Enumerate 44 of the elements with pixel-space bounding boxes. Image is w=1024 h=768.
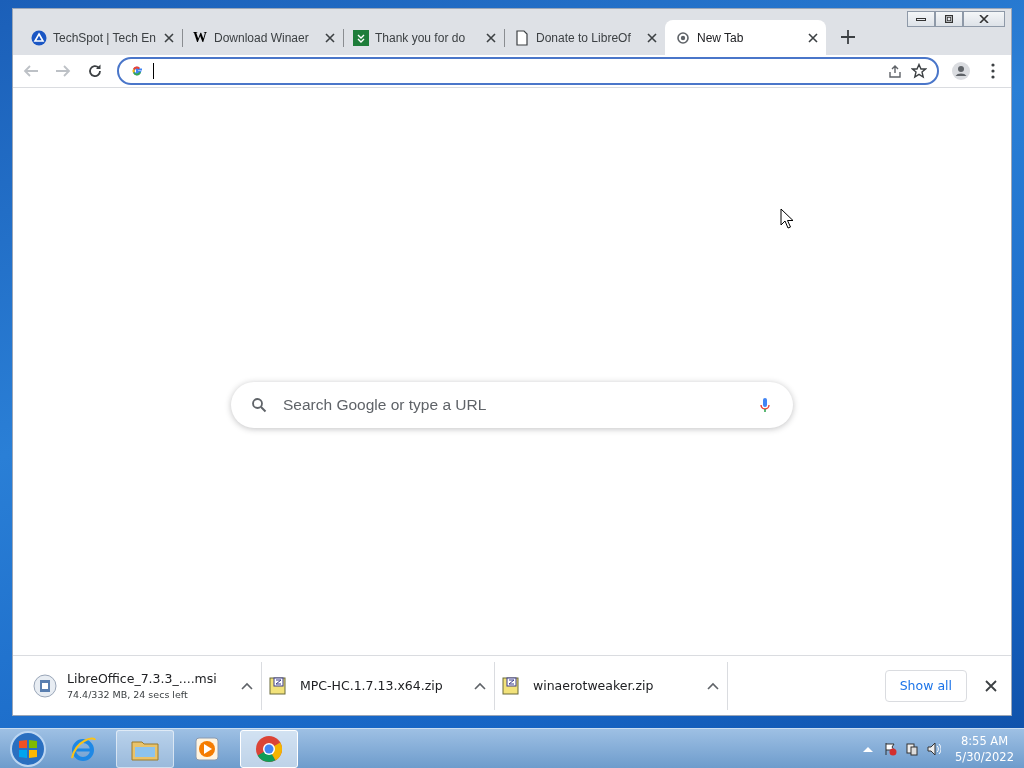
- download-status: 74.4/332 MB, 24 secs left: [67, 689, 189, 700]
- download-filename[interactable]: winaerotweaker.zip: [533, 678, 697, 693]
- browser-tab[interactable]: W Download Winaer: [182, 20, 343, 55]
- site-logo: W: [192, 29, 208, 46]
- caret-icon[interactable]: [707, 681, 719, 690]
- download-filename[interactable]: MPC-HC.1.7.13.x64.zip: [300, 678, 464, 693]
- text-cursor: [153, 63, 154, 79]
- restore-button[interactable]: [935, 11, 963, 27]
- close-icon[interactable]: [325, 32, 335, 43]
- close-button[interactable]: [963, 11, 1005, 27]
- triangle-logo-icon: [31, 29, 47, 46]
- mouse-pointer-icon: [780, 208, 794, 229]
- close-icon: [979, 15, 989, 23]
- minimize-button[interactable]: [907, 11, 935, 27]
- chevron-logo-icon: [353, 29, 369, 46]
- restore-icon: [944, 15, 954, 23]
- installer-file-icon: [33, 673, 57, 698]
- page-icon: [514, 29, 530, 46]
- close-icon[interactable]: [985, 679, 997, 692]
- flag-icon[interactable]: [883, 741, 898, 756]
- minimize-icon: [916, 17, 926, 21]
- caret-icon[interactable]: [241, 681, 253, 690]
- network-icon[interactable]: [905, 741, 920, 756]
- search-field[interactable]: Search Google or type a URL: [281, 395, 743, 415]
- browser-tab[interactable]: New Tab: [665, 20, 826, 55]
- browser-tab[interactable]: TechSpot | Tech En: [21, 20, 182, 55]
- close-icon[interactable]: [808, 32, 818, 43]
- star-icon[interactable]: [911, 63, 927, 79]
- share-icon[interactable]: [887, 63, 903, 79]
- browser-tab[interactable]: Thank you for do: [343, 20, 504, 55]
- search-icon: [251, 397, 267, 413]
- taskbar-button[interactable]: [240, 729, 298, 768]
- address-bar[interactable]: [117, 57, 939, 85]
- close-icon[interactable]: [164, 32, 174, 43]
- show-all-button[interactable]: Show all: [884, 669, 967, 702]
- browser-tab[interactable]: Donate to LibreOf: [504, 20, 665, 55]
- speaker-icon[interactable]: [927, 741, 942, 756]
- new-tab-icon[interactable]: [840, 29, 856, 45]
- microphone-icon[interactable]: [757, 397, 773, 413]
- download-filename[interactable]: LibreOffice_7.3.3_....msi: [67, 671, 231, 686]
- close-icon[interactable]: [647, 32, 657, 43]
- profile-icon[interactable]: [951, 61, 971, 81]
- caret-icon[interactable]: [474, 681, 486, 690]
- close-icon[interactable]: [486, 32, 496, 43]
